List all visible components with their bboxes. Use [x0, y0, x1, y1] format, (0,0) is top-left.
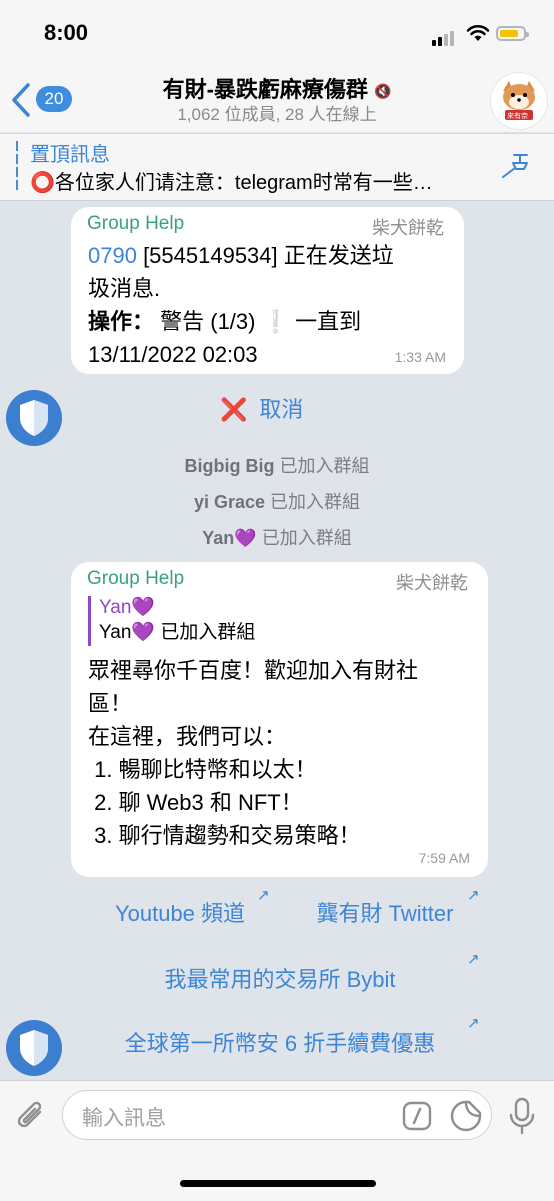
reply-quote[interactable]: Yan💜 Yan💜 已加入群組	[88, 596, 255, 646]
cellular-signal-icon	[432, 28, 456, 46]
cancel-label: 取消	[259, 397, 304, 422]
message-sender-rank: 柴犬餅乾	[372, 218, 444, 238]
cross-mark-icon: ❌	[220, 397, 248, 422]
message-input-placeholder: 輸入訊息	[82, 1107, 166, 1130]
inline-button-twitter[interactable]: 龔有財 Twitter	[290, 896, 480, 928]
service-user[interactable]: Bigbig Big	[185, 456, 275, 476]
group-avatar[interactable]: 來有奈	[490, 72, 548, 130]
reply-name: Yan💜	[99, 597, 156, 618]
message-line: 圾消息.	[88, 276, 161, 301]
message-time: 7:59 AM	[418, 850, 470, 866]
chat-title-text: 有財-暴跌虧麻療傷群	[162, 77, 368, 102]
external-link-icon: ↗	[257, 887, 270, 904]
inline-button-label: 我最常用的交易所 Bybit	[164, 967, 396, 992]
message-link[interactable]: 0790	[88, 243, 137, 268]
shield-icon	[20, 400, 48, 436]
inline-button-label: Youtube 頻道	[114, 901, 246, 926]
reply-text: Yan💜 已加入群組	[99, 622, 256, 643]
mute-icon: 🔇	[373, 82, 392, 99]
home-indicator	[180, 1180, 376, 1187]
service-action: 已加入群組	[265, 492, 361, 512]
message-line: 0790 [5545149534] 正在发送垃	[88, 239, 394, 272]
message-line: 13/11/2022 02:03	[88, 342, 258, 367]
paperclip-icon[interactable]	[14, 1096, 48, 1136]
message-time: 1:33 AM	[394, 349, 446, 365]
service-action: 已加入群組	[274, 456, 370, 476]
service-message: Bigbig Big 已加入群組	[0, 452, 554, 478]
slash-command-icon[interactable]	[402, 1101, 432, 1131]
avatar-caption: 來有奈	[507, 113, 528, 120]
message-line-text: [5545149534] 正在发送垃	[136, 243, 394, 268]
service-user[interactable]: yi Grace	[194, 492, 265, 512]
service-message: Yan💜 已加入群組	[0, 524, 554, 550]
message-sender[interactable]: Group Help	[87, 568, 184, 590]
message-line: 區！	[88, 691, 133, 716]
shield-icon	[20, 1030, 48, 1066]
message-bubble[interactable]: Group Help 柴犬餅乾 Yan💜 Yan💜 已加入群組 眾裡尋你千百度！…	[71, 562, 488, 877]
message-sender[interactable]: Group Help	[87, 213, 184, 235]
message-line: 3. 聊行情趨勢和交易策略！	[88, 823, 361, 848]
message-sender-rank: 柴犬餅乾	[396, 573, 468, 593]
bot-avatar[interactable]	[6, 390, 62, 446]
message-line: 1. 暢聊比特幣和以太！	[88, 757, 317, 782]
message-line: 操作： 警告 (1/3) ❕ 一直到	[88, 305, 361, 338]
pinned-text: ⭕各位家人们请注意：telegram时常有一些…	[30, 172, 433, 194]
battery-icon	[496, 26, 529, 41]
message-bold-text: 操作：	[88, 309, 155, 334]
message-line: 眾裡尋你千百度！歡迎加入有財社	[88, 658, 419, 683]
status-time: 8:00	[44, 20, 89, 45]
service-message: yi Grace 已加入群組	[0, 488, 554, 514]
cancel-button[interactable]: ❌ 取消	[220, 392, 303, 424]
service-user[interactable]: Yan💜	[202, 528, 256, 548]
bot-avatar[interactable]	[6, 1020, 62, 1076]
pinned-indicator	[16, 141, 18, 193]
message-bubble[interactable]: Group Help 柴犬餅乾 0790 [5545149534] 正在发送垃 …	[71, 207, 464, 374]
sticker-icon[interactable]	[449, 1099, 483, 1133]
wifi-icon	[466, 25, 490, 41]
inline-button-label: 全球第一所幣安 6 折手續費優惠	[124, 1031, 436, 1056]
message-line: 在這裡，我們可以：	[88, 724, 287, 749]
pin-icon[interactable]	[500, 151, 532, 181]
pinned-label: 置頂訊息	[30, 144, 110, 166]
inline-button-bybit[interactable]: 我最常用的交易所 Bybit	[80, 962, 480, 994]
chat-subtitle: 1,062 位成員, 28 人在線上	[177, 105, 377, 124]
service-action: 已加入群組	[256, 528, 352, 548]
inline-button-binance[interactable]: 全球第一所幣安 6 折手續費優惠	[80, 1026, 480, 1058]
message-line-text: 警告 (1/3) ❕ 一直到	[154, 309, 362, 334]
inline-button-youtube[interactable]: Youtube 頻道	[80, 896, 280, 928]
external-link-icon: ↗	[467, 887, 480, 904]
inline-button-label: 龔有財 Twitter	[316, 901, 454, 926]
external-link-icon: ↗	[467, 1015, 480, 1032]
message-line: 2. 聊 Web3 和 NFT！	[88, 790, 303, 815]
microphone-icon[interactable]	[508, 1096, 536, 1136]
external-link-icon: ↗	[467, 951, 480, 968]
